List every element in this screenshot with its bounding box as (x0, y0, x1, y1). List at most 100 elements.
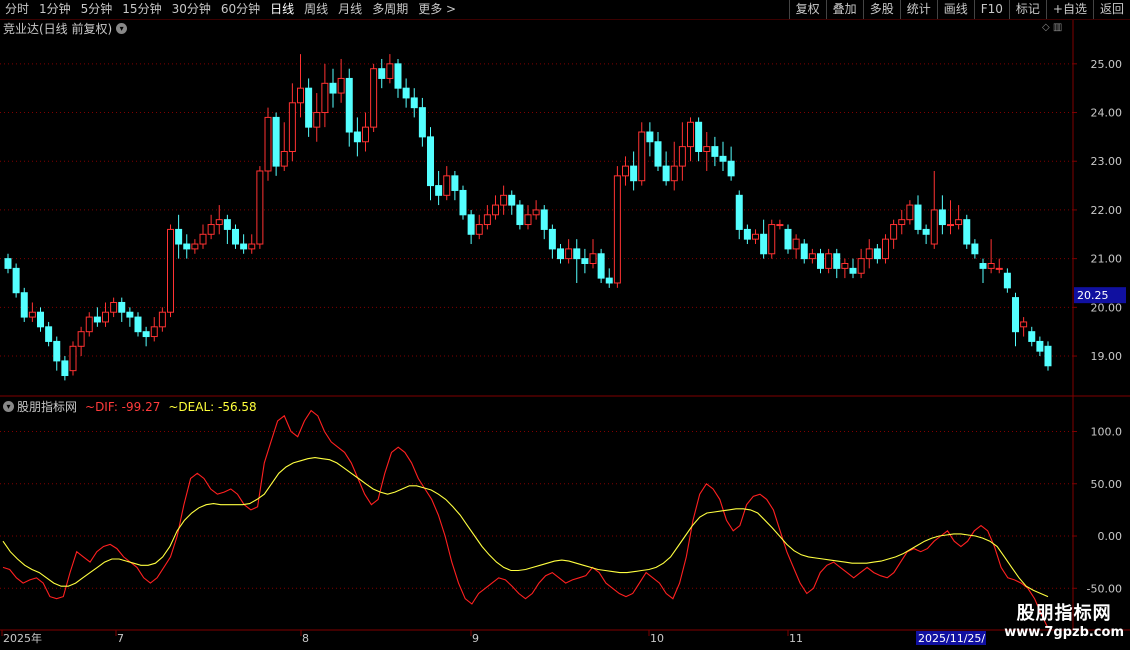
indicator-tick-label: 0.00 (1098, 530, 1123, 543)
candle-body (573, 248, 581, 260)
candle-body (110, 301, 118, 313)
kline-chart-area[interactable]: 25.00 24.00 23.00 22.00 21.00 20.00 19.00 20.25… (0, 0, 1130, 650)
chevron-down-icon[interactable]: ▾ (116, 23, 128, 34)
candle-body (483, 214, 491, 226)
candle-body (313, 112, 321, 128)
candle-body (654, 141, 662, 167)
candle-body (711, 146, 719, 157)
candle-body (492, 204, 499, 216)
current-price-label: 20.25 (1077, 289, 1109, 302)
deal-line (2, 457, 1049, 598)
candle-body (622, 165, 629, 177)
candle-body (305, 87, 313, 128)
candle-body (557, 248, 564, 260)
candle-body (394, 63, 402, 89)
candle-body (1044, 345, 1052, 367)
candle-body (53, 340, 61, 362)
candle-body (215, 219, 223, 226)
candle-body (548, 228, 556, 250)
candle-body (987, 263, 995, 269)
window-icon[interactable]: ▥ (1053, 22, 1062, 33)
candle-body (833, 253, 841, 269)
candle-body (410, 97, 418, 109)
candle-body (20, 292, 28, 318)
candle-body (605, 277, 613, 284)
price-panel-title: 竞业达(日线 前复权) ▾ (3, 20, 128, 37)
price-tick-label: 20.00 (1091, 301, 1123, 314)
candle-body (678, 146, 686, 167)
x-tick-label: 2025年 (3, 631, 42, 645)
candle-body (524, 214, 532, 226)
candle-body (223, 219, 231, 230)
indicator-name: 股朋指标网 (17, 400, 78, 414)
candle-body (906, 204, 914, 221)
candle-body (459, 189, 467, 216)
diamond-icon[interactable]: ◇ (1042, 22, 1050, 33)
candle-body (288, 102, 296, 152)
candle-body (817, 253, 824, 269)
x-tick-label: 10 (650, 632, 664, 645)
x-tick-label: 7 (117, 632, 124, 645)
candle-body (532, 209, 540, 216)
candle-body (857, 258, 865, 274)
candle-body (825, 253, 833, 269)
candle-body (581, 258, 589, 265)
candle-body (4, 258, 12, 269)
candle-body (760, 233, 768, 255)
candle-body (589, 253, 597, 265)
candle-body (134, 316, 142, 333)
candle-body (849, 267, 857, 274)
x-tick-label: 11 (789, 632, 803, 645)
candle-body (435, 185, 443, 196)
x-tick-label: 8 (302, 632, 309, 645)
candle-body (126, 311, 134, 318)
price-tick-label: 24.00 (1091, 107, 1123, 120)
candle-body (232, 228, 239, 245)
panel-corner-icons: ◇ ▥ (1042, 22, 1062, 33)
candle-body (142, 331, 150, 338)
candle-body (427, 136, 434, 187)
candle-body (971, 243, 979, 255)
candle-body (12, 267, 20, 294)
candle-body (370, 68, 378, 128)
chevron-down-icon[interactable]: ▾ (3, 401, 14, 412)
candle-body (500, 194, 508, 206)
candle-body (1020, 321, 1028, 328)
candle-body (727, 160, 735, 177)
watermark: 股朋指标网 www.7gpzb.com (1004, 599, 1124, 640)
candle-body (930, 209, 938, 245)
candle-body (280, 150, 288, 167)
candle-body (183, 243, 191, 250)
stock-title: 竞业达(日线 前复权) (3, 22, 113, 36)
candle-body (118, 301, 126, 313)
candle-body (37, 311, 44, 328)
candle-body (792, 238, 800, 250)
candle-body (386, 63, 394, 79)
candle-body (402, 87, 410, 99)
candle-body (353, 131, 361, 143)
candle-body (443, 175, 451, 196)
candle-body (882, 238, 889, 260)
candle-body (102, 311, 109, 323)
candle-body (768, 224, 776, 255)
candle-body (93, 316, 101, 323)
candle-body (662, 165, 670, 182)
candle-body (418, 107, 426, 138)
deal-value-label: ~DEAL: -56.58 (168, 399, 257, 414)
candle-body (800, 243, 808, 260)
candle-body (175, 228, 183, 245)
candle-body (508, 194, 516, 206)
candle-body (475, 224, 483, 235)
candle-body (995, 267, 1003, 270)
candle-body (1028, 331, 1036, 342)
candle-body (240, 243, 248, 250)
candle-body (914, 204, 922, 230)
candle-body (378, 68, 386, 79)
price-tick-label: 21.00 (1091, 253, 1123, 266)
candle-body (150, 326, 158, 338)
candle-body (297, 87, 304, 104)
watermark-url: www.7gpzb.com (1004, 625, 1124, 640)
candle-body (337, 77, 345, 94)
candle-body (898, 219, 906, 226)
candle-body (61, 360, 69, 377)
